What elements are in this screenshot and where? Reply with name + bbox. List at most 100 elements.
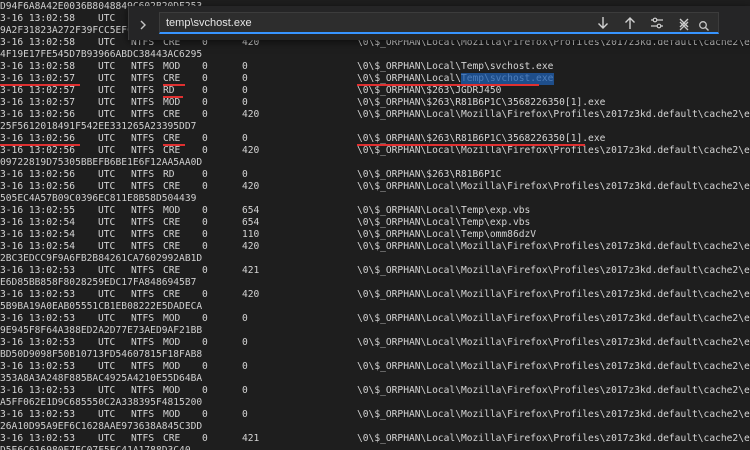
col-timezone: UTC: [98, 217, 116, 228]
col-value-a: 0: [202, 337, 208, 348]
col-path: \0\$_ORPHAN\Local\Temp\exp.vbs: [357, 205, 531, 216]
col-filesystem: NTFS: [131, 409, 155, 420]
col-timezone: UTC: [98, 145, 116, 156]
hash-text: 25F5612018491F542EE331265A23395DD7: [0, 121, 197, 132]
col-filesystem: NTFS: [131, 97, 155, 108]
col-filesystem: NTFS: [131, 73, 155, 84]
search-icon[interactable]: [698, 17, 710, 31]
col-timezone: UTC: [98, 133, 116, 144]
log-text-editor[interactable]: D94F6A8A42E0036B8048849C602B20DF253 3-16 …: [0, 0, 750, 450]
col-timezone: UTC: [98, 97, 116, 108]
filter-icon[interactable]: [648, 14, 666, 32]
col-timezone: UTC: [98, 61, 116, 72]
col-timezone: UTC: [98, 109, 116, 120]
col-action: MOD: [163, 61, 181, 72]
col-value-b: 0: [242, 169, 248, 180]
col-timestamp: 3-16 13:02:53: [0, 289, 76, 300]
col-path: \0\$_ORPHAN\Local\Mozilla\Firefox\Profil…: [357, 289, 750, 300]
col-timestamp: 3-16 13:02:53: [0, 385, 76, 396]
col-path: \0\$_ORPHAN\Local\Temp\svchost.exe: [357, 61, 554, 72]
hash-text: 2BC3EDCC9F9A6FB2B84261CA7602992AB1D: [0, 253, 203, 264]
col-timezone: UTC: [98, 385, 116, 396]
col-value-a: 0: [202, 229, 208, 240]
col-action: MOD: [163, 409, 181, 420]
col-action: CRE: [163, 109, 181, 120]
col-timestamp: 3-16 13:02:58: [0, 61, 76, 72]
col-timestamp: 3-16 13:02:58: [0, 37, 76, 48]
hash-text: E6D85BB858F8028259EDC17FA8486945B7: [0, 277, 197, 288]
red-underline-annotation: [163, 84, 185, 86]
col-value-b: 0: [242, 73, 248, 84]
col-value-a: 0: [202, 217, 208, 228]
chevron-right-icon[interactable]: [137, 16, 149, 30]
col-filesystem: NTFS: [131, 289, 155, 300]
col-value-a: 0: [202, 241, 208, 252]
col-value-a: 0: [202, 169, 208, 180]
col-timezone: UTC: [98, 433, 116, 444]
col-timezone: UTC: [98, 85, 116, 96]
col-value-b: 420: [242, 109, 260, 120]
col-action: CRE: [163, 241, 181, 252]
col-filesystem: NTFS: [131, 169, 155, 180]
col-value-b: 0: [242, 385, 248, 396]
red-underline-annotation: [0, 144, 80, 146]
col-timezone: UTC: [98, 409, 116, 420]
hash-text: BD50D9098F50B10713FD54607815F18FAB8: [0, 349, 203, 360]
col-path: \0\$_ORPHAN\Local\Mozilla\Firefox\Profil…: [357, 313, 750, 324]
col-filesystem: NTFS: [131, 145, 155, 156]
col-action: CRE: [163, 145, 181, 156]
red-underline-annotation: [357, 144, 585, 146]
hash-text: 26A10D95A9EF6C1628AAE973638A845C3DD: [0, 421, 203, 432]
col-value-b: 0: [242, 361, 248, 372]
col-timezone: UTC: [98, 313, 116, 324]
hash-text: A5FF062E1D9C685550C2A338395F4815200: [0, 397, 203, 408]
col-path: \0\$_ORPHAN\Local\Mozilla\Firefox\Profil…: [357, 361, 750, 372]
col-timestamp: 3-16 13:02:53: [0, 313, 76, 324]
col-value-a: 0: [202, 97, 208, 108]
col-filesystem: NTFS: [131, 85, 155, 96]
col-path: \0\$_ORPHAN\$263\R81B6P1C\3568226350[1].…: [357, 97, 606, 108]
col-action: CRE: [163, 433, 181, 444]
col-filesystem: NTFS: [131, 265, 155, 276]
col-value-b: 420: [242, 181, 260, 192]
col-action: MOD: [163, 313, 181, 324]
col-timestamp: 3-16 13:02:53: [0, 409, 76, 420]
find-input[interactable]: [166, 15, 546, 31]
col-path: \0\$_ORPHAN\Local\Temp\omm86dzV: [357, 229, 537, 240]
col-value-b: 420: [242, 289, 260, 300]
col-action: CRE: [163, 229, 181, 240]
col-path: \0\$_ORPHAN\Local\Mozilla\Firefox\Profil…: [357, 385, 750, 396]
col-path: \0\$_ORPHAN\Local\Temp\exp.vbs: [357, 217, 531, 228]
col-value-a: 0: [202, 73, 208, 84]
col-timestamp: 3-16 13:02:57: [0, 85, 76, 96]
col-value-b: 0: [242, 85, 248, 96]
col-timestamp: 3-16 13:02:55: [0, 205, 76, 216]
col-filesystem: NTFS: [131, 433, 155, 444]
col-value-b: 0: [242, 61, 248, 72]
col-action: CRE: [163, 181, 181, 192]
col-value-a: 0: [202, 205, 208, 216]
close-icon[interactable]: [675, 14, 693, 32]
col-timestamp: 3-16 13:02:54: [0, 217, 76, 228]
col-filesystem: NTFS: [131, 229, 155, 240]
col-timestamp: 3-16 13:02:58: [0, 13, 76, 24]
col-value-a: 0: [202, 361, 208, 372]
col-timezone: UTC: [98, 265, 116, 276]
col-value-b: 420: [242, 241, 260, 252]
col-timezone: UTC: [98, 181, 116, 192]
col-timestamp: 3-16 13:02:57: [0, 97, 76, 108]
col-value-b: 654: [242, 205, 260, 216]
col-value-a: 0: [202, 289, 208, 300]
red-underline-annotation: [163, 96, 183, 98]
col-timezone: UTC: [98, 229, 116, 240]
col-timezone: UTC: [98, 205, 116, 216]
col-timezone: UTC: [98, 37, 116, 48]
col-path: \0\$_ORPHAN\$263\JGDRJ450: [357, 85, 502, 96]
col-timestamp: 3-16 13:02:54: [0, 241, 76, 252]
col-timezone: UTC: [98, 13, 116, 24]
col-filesystem: NTFS: [131, 109, 155, 120]
red-underline-annotation: [357, 84, 539, 86]
arrow-up-icon[interactable]: [621, 14, 639, 32]
arrow-down-icon[interactable]: [594, 14, 612, 32]
col-value-b: 0: [242, 337, 248, 348]
